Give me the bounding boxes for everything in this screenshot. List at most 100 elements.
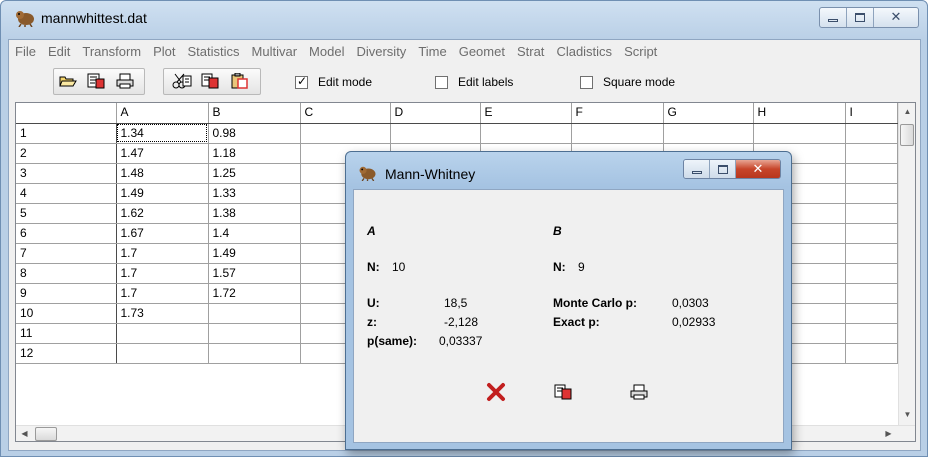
grid-cell[interactable]: 1.25 [208,163,301,184]
grid-cell[interactable] [845,183,898,204]
grid-cell[interactable] [845,143,898,164]
column-header[interactable]: C [300,103,391,124]
scroll-up-icon[interactable]: ▲ [899,103,915,120]
menu-file[interactable]: File [9,40,42,62]
column-header[interactable]: B [208,103,301,124]
grid-cell[interactable]: 1.18 [208,143,301,164]
dialog-close-button[interactable]: ✕ [736,160,780,178]
copy-button[interactable] [197,69,223,93]
grid-cell[interactable]: 1.33 [208,183,301,204]
grid-cell[interactable] [663,123,754,144]
grid-cell[interactable]: 1.72 [208,283,301,304]
menu-geomet[interactable]: Geomet [453,40,511,62]
grid-cell[interactable] [116,323,209,344]
grid-cell[interactable]: 1.7 [116,283,209,304]
grid-cell[interactable]: 1.57 [208,263,301,284]
grid-cell[interactable]: 1.34 [116,123,209,144]
title-bar[interactable]: mannwhittest.dat ✕ [1,1,927,39]
copy-results-button[interactable] [548,377,578,407]
scroll-left-icon[interactable]: ◀ [16,426,33,441]
row-header[interactable]: 9 [16,283,117,304]
grid-cell[interactable] [845,263,898,284]
menu-plot[interactable]: Plot [147,40,181,62]
grid-corner[interactable] [16,103,117,124]
edit-mode-checkbox[interactable]: ✓ Edit mode [295,74,372,89]
edit-labels-checkbox[interactable]: Edit labels [435,75,513,89]
print-button[interactable] [112,69,138,93]
grid-cell[interactable] [208,343,301,364]
grid-cell[interactable]: 1.7 [116,243,209,264]
row-header[interactable]: 5 [16,203,117,224]
close-button[interactable]: ✕ [874,8,918,27]
square-mode-box[interactable] [580,75,593,89]
menu-transform[interactable]: Transform [76,40,147,62]
row-header[interactable]: 2 [16,143,117,164]
menu-diversity[interactable]: Diversity [350,40,412,62]
scroll-down-icon[interactable]: ▼ [899,406,915,423]
row-header[interactable]: 12 [16,343,117,364]
column-header[interactable]: I [845,103,898,124]
row-header[interactable]: 8 [16,263,117,284]
close-results-button[interactable] [481,377,511,407]
grid-cell[interactable] [845,223,898,244]
grid-cell[interactable] [300,123,391,144]
column-header[interactable]: A [116,103,209,124]
grid-cell[interactable] [845,323,898,344]
row-header[interactable]: 3 [16,163,117,184]
square-mode-checkbox[interactable]: Square mode [580,75,675,89]
column-header[interactable]: E [480,103,572,124]
edit-labels-box[interactable] [435,75,448,89]
grid-cell[interactable] [480,123,572,144]
column-header[interactable]: H [753,103,846,124]
grid-cell[interactable]: 0.98 [208,123,301,144]
grid-cell[interactable]: 1.4 [208,223,301,244]
grid-cell[interactable] [845,243,898,264]
grid-cell[interactable]: 1.49 [208,243,301,264]
grid-cell[interactable]: 1.73 [116,303,209,324]
grid-cell[interactable]: 1.67 [116,223,209,244]
grid-cell[interactable]: 1.62 [116,203,209,224]
menu-model[interactable]: Model [303,40,350,62]
menu-time[interactable]: Time [412,40,452,62]
paste-button[interactable] [226,69,252,93]
grid-cell[interactable]: 1.38 [208,203,301,224]
row-header[interactable]: 4 [16,183,117,204]
grid-cell[interactable]: 1.48 [116,163,209,184]
row-header[interactable]: 7 [16,243,117,264]
grid-cell[interactable] [845,163,898,184]
grid-cell[interactable] [753,123,846,144]
column-header[interactable]: G [663,103,754,124]
menu-strat[interactable]: Strat [511,40,550,62]
edit-mode-box[interactable]: ✓ [295,74,308,89]
grid-cell[interactable] [571,123,664,144]
column-header[interactable]: F [571,103,664,124]
column-header[interactable]: D [390,103,481,124]
menu-multivar[interactable]: Multivar [246,40,304,62]
row-header[interactable]: 11 [16,323,117,344]
horizontal-scroll-thumb[interactable] [35,427,57,441]
row-header[interactable]: 10 [16,303,117,324]
grid-cell[interactable] [208,323,301,344]
open-button[interactable] [55,69,81,93]
menu-script[interactable]: Script [618,40,663,62]
dialog-maximize-button[interactable] [710,160,736,178]
cut-button[interactable] [169,69,195,93]
grid-cell[interactable] [845,203,898,224]
minimize-button[interactable] [820,8,847,27]
grid-cell[interactable]: 1.7 [116,263,209,284]
menu-cladistics[interactable]: Cladistics [550,40,618,62]
grid-cell[interactable]: 1.47 [116,143,209,164]
dialog-minimize-button[interactable] [684,160,710,178]
scroll-right-icon[interactable]: ▶ [880,426,897,441]
row-header[interactable]: 6 [16,223,117,244]
menu-edit[interactable]: Edit [42,40,76,62]
grid-cell[interactable]: 1.49 [116,183,209,204]
grid-cell[interactable] [845,283,898,304]
grid-cell[interactable] [208,303,301,324]
grid-cell[interactable] [845,123,898,144]
grid-cell[interactable] [390,123,481,144]
maximize-button[interactable] [847,8,874,27]
save-button[interactable] [83,69,109,93]
vertical-scrollbar[interactable]: ▲ ▼ [898,103,915,425]
grid-cell[interactable] [845,303,898,324]
